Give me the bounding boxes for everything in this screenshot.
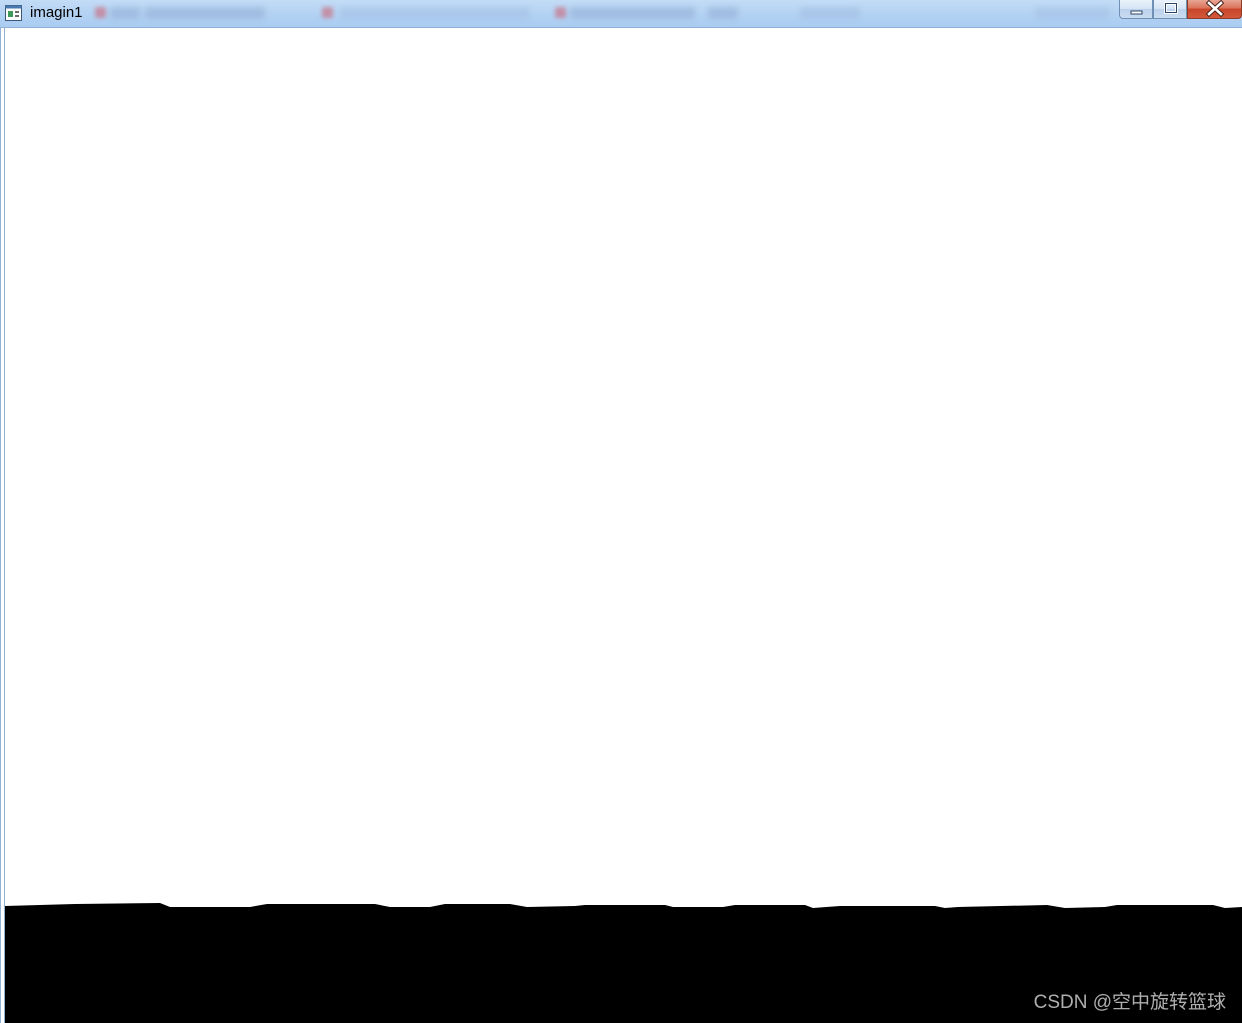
- watermark-text: CSDN @空中旋转篮球: [1033, 992, 1226, 1013]
- close-icon: [1205, 0, 1225, 18]
- blur-decoration: [570, 7, 695, 19]
- close-button[interactable]: [1187, 0, 1242, 19]
- blur-decoration: [322, 7, 333, 18]
- blur-decoration: [145, 7, 265, 19]
- blur-decoration: [555, 7, 566, 18]
- maximize-icon: [1164, 2, 1178, 14]
- blur-decoration: [1035, 7, 1110, 19]
- caption-buttons: [1119, 0, 1242, 20]
- image-canvas[interactable]: CSDN @空中旋转篮球: [5, 30, 1242, 1023]
- window-title: imagin1: [30, 4, 83, 21]
- blur-decoration: [95, 7, 106, 18]
- window-app-icon[interactable]: [5, 5, 22, 21]
- blur-decoration: [800, 7, 860, 19]
- binary-image: [5, 30, 1242, 1023]
- title-bar[interactable]: imagin1: [0, 0, 1242, 28]
- blur-decoration: [708, 7, 738, 19]
- blur-decoration: [340, 7, 530, 19]
- blur-decoration: [110, 7, 140, 19]
- minimize-button[interactable]: [1119, 0, 1153, 19]
- minimize-icon: [1130, 10, 1143, 15]
- maximize-button[interactable]: [1153, 0, 1187, 19]
- image-window: imagin1 CSDN @空中旋转篮球: [0, 0, 1242, 1023]
